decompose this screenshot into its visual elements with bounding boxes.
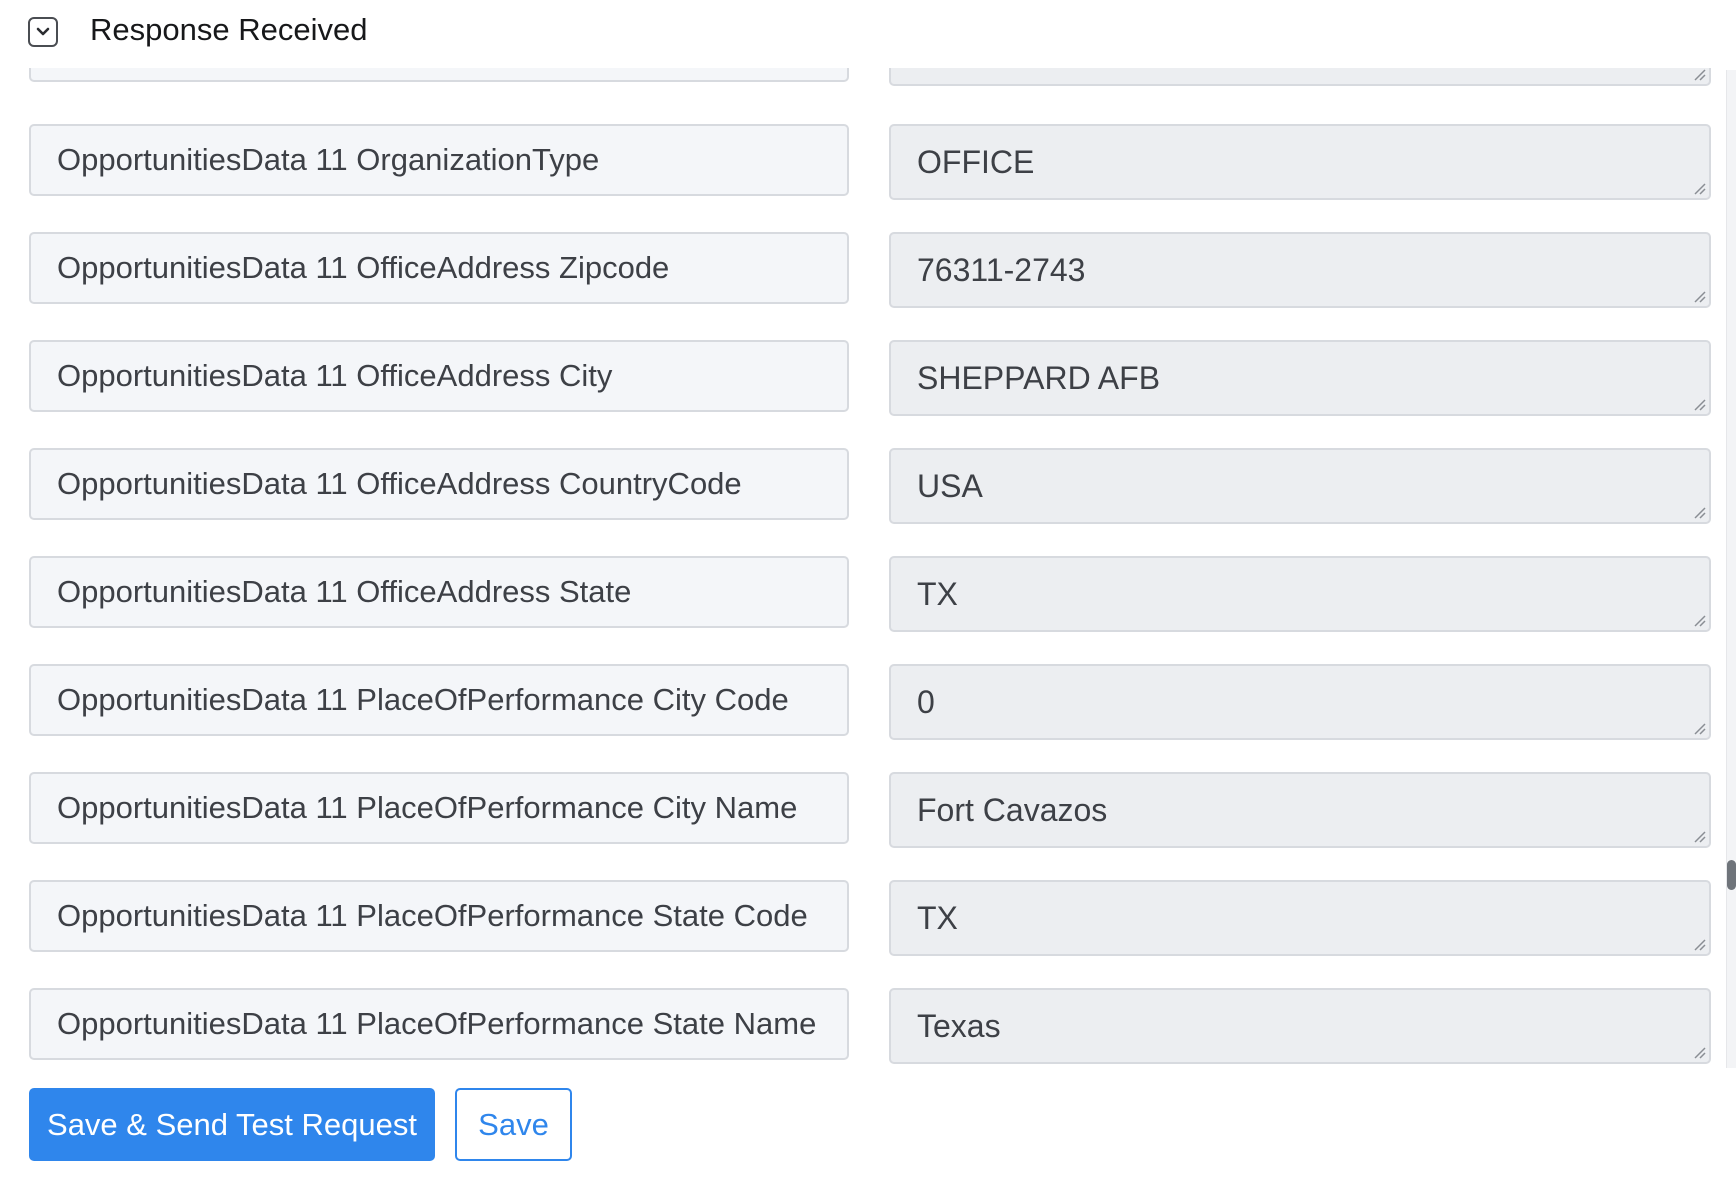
field-value[interactable]: Texas (889, 988, 1711, 1064)
field-row: OpportunitiesData 11 OfficeAddress City S… (0, 340, 1720, 418)
field-row: OpportunitiesData 11 OfficeAddress Zipco… (0, 232, 1720, 310)
field-row-partial (0, 68, 1720, 90)
field-row: OpportunitiesData 11 PlaceOfPerformance … (0, 664, 1720, 742)
scrollbar-thumb[interactable] (1727, 860, 1736, 890)
field-key (29, 68, 849, 82)
field-value[interactable] (889, 68, 1711, 86)
field-row: OpportunitiesData 11 PlaceOfPerformance … (0, 772, 1720, 850)
resize-grip-icon[interactable] (1690, 503, 1706, 519)
field-value-text: USA (917, 468, 983, 504)
save-button[interactable]: Save (455, 1088, 572, 1161)
field-value-text: TX (917, 576, 958, 612)
response-fields-list[interactable]: OpportunitiesData 11 OrganizationType OFF… (0, 68, 1736, 1068)
field-key: OpportunitiesData 11 OfficeAddress Zipco… (29, 232, 849, 304)
resize-grip-icon[interactable] (1690, 935, 1706, 951)
field-value-text: 76311-2743 (917, 252, 1086, 288)
resize-grip-icon[interactable] (1690, 827, 1706, 843)
save-send-test-request-button[interactable]: Save & Send Test Request (29, 1088, 435, 1161)
field-key: OpportunitiesData 11 PlaceOfPerformance … (29, 664, 849, 736)
field-row: OpportunitiesData 11 PlaceOfPerformance … (0, 880, 1720, 958)
field-key: OpportunitiesData 11 OfficeAddress City (29, 340, 849, 412)
resize-grip-icon[interactable] (1690, 719, 1706, 735)
resize-grip-icon[interactable] (1690, 179, 1706, 195)
field-row: OpportunitiesData 11 OfficeAddress Count… (0, 448, 1720, 526)
field-key: OpportunitiesData 11 PlaceOfPerformance … (29, 988, 849, 1060)
field-value-text: SHEPPARD AFB (917, 360, 1161, 396)
field-value[interactable]: 0 (889, 664, 1711, 740)
field-value[interactable]: USA (889, 448, 1711, 524)
field-key: OpportunitiesData 11 OfficeAddress State (29, 556, 849, 628)
field-value-text: OFFICE (917, 144, 1035, 180)
field-row: OpportunitiesData 11 OrganizationType OFF… (0, 124, 1720, 202)
resize-grip-icon[interactable] (1690, 611, 1706, 627)
field-value[interactable]: Fort Cavazos (889, 772, 1711, 848)
field-value-text: TX (917, 900, 958, 936)
section-header: Response Received (0, 0, 1736, 68)
resize-grip-icon[interactable] (1690, 287, 1706, 303)
field-value[interactable]: SHEPPARD AFB (889, 340, 1711, 416)
field-key: OpportunitiesData 11 PlaceOfPerformance … (29, 772, 849, 844)
field-value-text: Texas (917, 1008, 1001, 1044)
field-value[interactable]: TX (889, 880, 1711, 956)
field-key: OpportunitiesData 11 OrganizationType (29, 124, 849, 196)
field-value[interactable]: TX (889, 556, 1711, 632)
resize-grip-icon[interactable] (1690, 395, 1706, 411)
field-row: OpportunitiesData 11 PlaceOfPerformance … (0, 988, 1720, 1066)
resize-grip-icon[interactable] (1690, 68, 1706, 81)
field-key: OpportunitiesData 11 PlaceOfPerformance … (29, 880, 849, 952)
chevron-down-icon (36, 27, 50, 36)
field-key: OpportunitiesData 11 OfficeAddress Count… (29, 448, 849, 520)
field-value[interactable]: 76311-2743 (889, 232, 1711, 308)
scrollbar-track[interactable] (1726, 70, 1736, 1068)
field-row: OpportunitiesData 11 OfficeAddress State… (0, 556, 1720, 634)
field-value-text: 0 (917, 684, 935, 720)
resize-grip-icon[interactable] (1690, 1043, 1706, 1059)
field-value[interactable]: OFFICE (889, 124, 1711, 200)
section-title: Response Received (90, 12, 368, 47)
collapse-toggle[interactable] (28, 17, 58, 47)
field-value-text: Fort Cavazos (917, 792, 1108, 828)
